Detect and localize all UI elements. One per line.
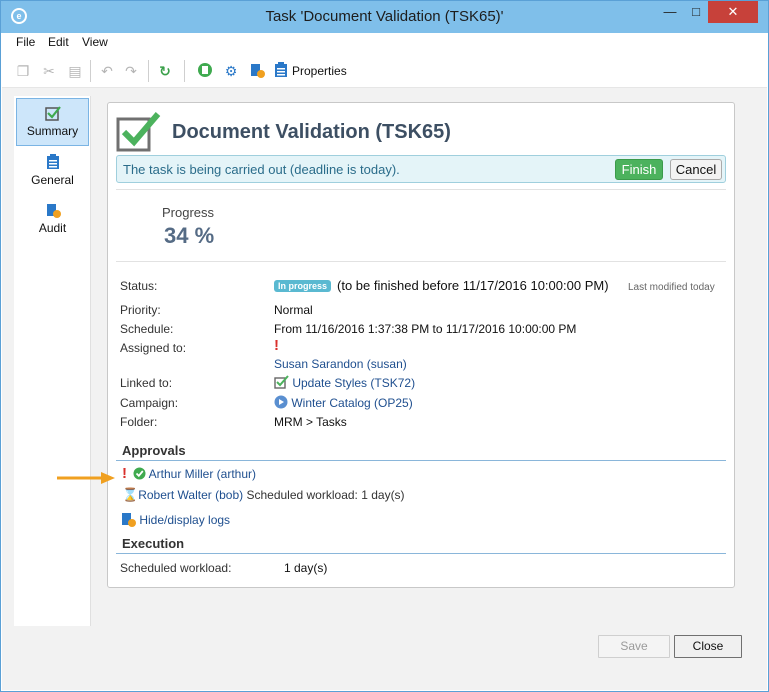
task-window: e Task 'Document Validation (TSK65)' — □…	[0, 0, 769, 692]
undo-icon[interactable]: ↶	[98, 62, 116, 80]
menu-view[interactable]: View	[82, 35, 108, 49]
hide-display-logs-link[interactable]: Hide/display logs	[139, 513, 230, 527]
sidebar-item-label: Summary	[26, 124, 79, 138]
campaign-link[interactable]: Winter Catalog (OP25)	[291, 396, 412, 410]
campaign-play-icon	[274, 395, 288, 409]
folder-value: MRM > Tasks	[274, 415, 347, 429]
redo-icon[interactable]: ↷	[122, 62, 140, 80]
priority-value: Normal	[274, 303, 313, 317]
toolbar-separator	[148, 60, 149, 82]
content-area: Summary General Audit Document Validatio…	[2, 88, 767, 690]
menu-edit[interactable]: Edit	[48, 35, 69, 49]
toolbar: ❐ ✂ ▤ ↶ ↷ ↻ ⚙ Properties	[2, 54, 767, 88]
cancel-button[interactable]: Cancel	[670, 159, 722, 180]
toolbar-separator	[90, 60, 91, 82]
edit-document-icon[interactable]	[248, 62, 266, 80]
cut-icon[interactable]: ✂	[40, 62, 58, 80]
sidebar-item-label: Audit	[38, 221, 67, 235]
sidebar: Summary General Audit	[14, 96, 91, 626]
properties-icon[interactable]	[272, 62, 290, 80]
status-label: Status:	[120, 279, 158, 293]
minimize-button[interactable]: —	[659, 1, 681, 23]
approvals-divider	[116, 460, 726, 461]
title-bar[interactable]: e Task 'Document Validation (TSK65)' — □…	[1, 1, 768, 33]
priority-exclamation-icon: !	[274, 337, 279, 354]
execution-heading: Execution	[122, 536, 185, 551]
audit-icon	[16, 202, 89, 218]
copy-icon[interactable]: ❐	[14, 62, 32, 80]
divider	[116, 189, 726, 190]
approval-first: Arthur Miller (arthur)	[133, 467, 256, 481]
sidebar-item-audit[interactable]: Audit	[16, 196, 89, 244]
schedule-value: From 11/16/2016 1:37:38 PM to 11/17/2016…	[274, 322, 577, 336]
properties-button[interactable]: Properties	[292, 64, 347, 78]
window-close-button[interactable]: ✕	[708, 1, 758, 23]
menu-file[interactable]: File	[16, 35, 35, 49]
paste-icon[interactable]: ▤	[66, 62, 84, 80]
linked-value: Update Styles (TSK72)	[274, 375, 415, 390]
schedule-label: Schedule:	[120, 322, 174, 336]
task-check-icon	[116, 110, 162, 152]
window-title: Task 'Document Validation (TSK65)'	[265, 8, 504, 25]
progress-label: Progress	[162, 205, 215, 220]
scheduled-workload-label: Scheduled workload:	[120, 561, 232, 575]
linked-label: Linked to:	[120, 376, 173, 390]
approval-exclamation-icon: !	[122, 465, 127, 482]
maximize-button[interactable]: □	[685, 1, 707, 23]
approved-check-icon	[133, 467, 146, 480]
approvals-heading: Approvals	[122, 443, 186, 458]
status-deadline-text: (to be finished before 11/17/2016 10:00:…	[337, 278, 609, 293]
status-message: The task is being carried out (deadline …	[123, 162, 400, 177]
approval-second: ⌛Robert Walter (bob) Scheduled workload:…	[122, 487, 405, 503]
menu-bar: File Edit View	[2, 33, 767, 53]
status-value: In progress (to be finished before 11/17/…	[274, 278, 609, 293]
folder-label: Folder:	[120, 415, 158, 429]
checklist-icon	[17, 105, 88, 121]
assignee-link[interactable]: Susan Sarandon (susan)	[274, 357, 407, 371]
settings-gear-icon[interactable]: ⚙	[222, 62, 240, 80]
priority-label: Priority:	[120, 303, 161, 317]
close-button[interactable]: Close	[674, 635, 742, 658]
scheduled-workload-value: 1 day(s)	[284, 561, 328, 575]
approver-robert-link[interactable]: Robert Walter (bob)	[138, 488, 243, 502]
approver-arthur-link[interactable]: Arthur Miller (arthur)	[149, 467, 256, 481]
calculator-icon[interactable]	[196, 62, 214, 80]
save-button[interactable]: Save	[598, 635, 670, 658]
page-title: Document Validation (TSK65)	[172, 121, 451, 143]
progress-value: 34 %	[164, 223, 215, 248]
finish-button[interactable]: Finish	[615, 159, 663, 180]
last-modified: Last modified today	[628, 282, 715, 293]
callout-arrow-icon	[57, 472, 115, 484]
toolbar-separator	[184, 60, 185, 82]
summary-panel: Document Validation (TSK65) The task is …	[107, 102, 735, 588]
sidebar-item-summary[interactable]: Summary	[16, 98, 89, 146]
linked-task-link[interactable]: Update Styles (TSK72)	[292, 376, 415, 390]
sidebar-item-general[interactable]: General	[16, 148, 89, 196]
divider	[116, 261, 726, 262]
logs-row: Hide/display logs	[120, 511, 230, 527]
refresh-icon[interactable]: ↻	[156, 62, 174, 80]
clipboard-icon	[16, 154, 89, 170]
hourglass-icon: ⌛	[122, 487, 139, 502]
execution-divider	[116, 553, 726, 554]
logs-document-icon	[122, 513, 136, 527]
campaign-value: Winter Catalog (OP25)	[274, 395, 413, 410]
approver-robert-workload: Scheduled workload: 1 day(s)	[246, 488, 405, 502]
task-check-small-icon	[274, 375, 289, 389]
assigned-label: Assigned to:	[120, 341, 187, 355]
task-status-bar: The task is being carried out (deadline …	[116, 155, 726, 183]
status-badge: In progress	[274, 280, 332, 292]
sidebar-item-label: General	[31, 173, 74, 187]
campaign-label: Campaign:	[120, 396, 179, 410]
